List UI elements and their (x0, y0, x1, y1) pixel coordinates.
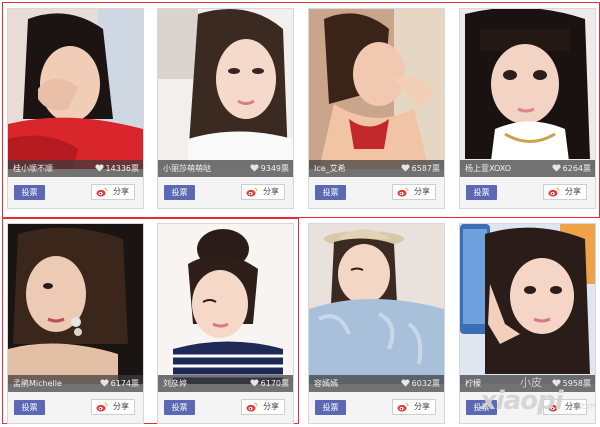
contestant-card[interactable]: 容嫣嫣 6032票 投票 分享 (308, 223, 445, 424)
vote-count-value: 6032票 (411, 379, 440, 388)
vote-count: 6587票 (401, 160, 440, 177)
card-actions: 投票 分享 (460, 392, 595, 423)
heart-icon (401, 164, 410, 172)
heart-icon (552, 164, 561, 172)
info-bar: 刘彦婷 6170票 (158, 375, 293, 392)
share-label: 分享 (565, 187, 581, 196)
contestant-card[interactable]: 杨上萱XOXO 6264票 投票 分享 (459, 8, 596, 209)
info-bar: 孟鹃Michelle 6174票 (8, 375, 143, 392)
weibo-icon (96, 187, 108, 197)
contestant-card[interactable]: 孟鹃Michelle 6174票 投票 分享 (7, 223, 144, 424)
contestant-name: Ice_艾希 (314, 164, 346, 173)
contestant-card[interactable]: 桂小顺不顺 14336票 投票 分享 (7, 8, 144, 209)
card-actions: 投票 分享 (158, 392, 293, 423)
card-actions: 投票 分享 (8, 392, 143, 423)
info-bar: 柠檬 5958票 (460, 375, 595, 392)
contestant-name: 柠檬 (465, 379, 481, 388)
weibo-icon (96, 402, 108, 412)
vote-count-value: 9349票 (260, 164, 289, 173)
share-button[interactable]: 分享 (241, 184, 285, 200)
contestant-name: 容嫣嫣 (314, 379, 338, 388)
share-label: 分享 (113, 402, 129, 411)
info-bar: 杨上萱XOXO 6264票 (460, 160, 595, 177)
contestant-card[interactable]: 刘彦婷 6170票 投票 分享 (157, 223, 294, 424)
vote-button[interactable]: 投票 (466, 185, 497, 200)
weibo-icon (397, 402, 409, 412)
heart-icon (250, 379, 259, 387)
share-button[interactable]: 分享 (543, 399, 587, 415)
vote-count-value: 6170票 (260, 379, 289, 388)
share-button[interactable]: 分享 (392, 399, 436, 415)
card-actions: 投票 分享 (309, 392, 444, 423)
heart-icon (552, 379, 561, 387)
card-actions: 投票 分享 (309, 177, 444, 208)
info-bar: Ice_艾希 6587票 (309, 160, 444, 177)
contestant-name: 桂小顺不顺 (13, 164, 53, 173)
weibo-icon (397, 187, 409, 197)
share-button[interactable]: 分享 (91, 184, 135, 200)
vote-button[interactable]: 投票 (164, 400, 195, 415)
vote-count: 5958票 (552, 375, 591, 392)
vote-button[interactable]: 投票 (466, 400, 497, 415)
share-button[interactable]: 分享 (392, 184, 436, 200)
share-label: 分享 (113, 187, 129, 196)
contestant-name: 小丽莎萌萌哒 (163, 164, 211, 173)
vote-count: 6174票 (100, 375, 139, 392)
contestant-photo[interactable] (158, 224, 293, 384)
contestant-photo[interactable] (158, 9, 293, 169)
info-bar: 桂小顺不顺 14336票 (8, 160, 143, 177)
vote-count: 9349票 (250, 160, 289, 177)
share-label: 分享 (565, 402, 581, 411)
contestant-card[interactable]: Ice_艾希 6587票 投票 分享 (308, 8, 445, 209)
card-actions: 投票 分享 (460, 177, 595, 208)
contestant-card[interactable]: 小丽莎萌萌哒 9349票 投票 分享 (157, 8, 294, 209)
vote-count-value: 6174票 (110, 379, 139, 388)
vote-button[interactable]: 投票 (164, 185, 195, 200)
share-button[interactable]: 分享 (543, 184, 587, 200)
heart-icon (94, 164, 104, 172)
vote-count-value: 6587票 (411, 164, 440, 173)
heart-icon (401, 379, 410, 387)
weibo-icon (246, 187, 258, 197)
vote-count: 6264票 (552, 160, 591, 177)
heart-icon (250, 164, 259, 172)
contestant-photo[interactable] (460, 224, 595, 384)
contestant-photo[interactable] (8, 224, 143, 384)
card-actions: 投票 分享 (158, 177, 293, 208)
card-actions: 投票 分享 (8, 177, 143, 208)
share-label: 分享 (263, 402, 279, 411)
share-button[interactable]: 分享 (91, 399, 135, 415)
info-bar: 容嫣嫣 6032票 (309, 375, 444, 392)
share-label: 分享 (263, 187, 279, 196)
contestant-name: 刘彦婷 (163, 379, 187, 388)
vote-button[interactable]: 投票 (14, 400, 45, 415)
contestant-card[interactable]: 柠檬 5958票 投票 分享 (459, 223, 596, 424)
contestant-photo[interactable] (460, 9, 595, 169)
share-button[interactable]: 分享 (241, 399, 285, 415)
share-label: 分享 (414, 187, 430, 196)
info-bar: 小丽莎萌萌哒 9349票 (158, 160, 293, 177)
vote-count-value: 5958票 (562, 379, 591, 388)
vote-button[interactable]: 投票 (315, 185, 346, 200)
vote-count-value: 14336票 (105, 164, 139, 173)
vote-count-value: 6264票 (562, 164, 591, 173)
contestant-photo[interactable] (309, 224, 444, 384)
vote-count: 6170票 (250, 375, 289, 392)
weibo-icon (548, 402, 560, 412)
weibo-icon (548, 187, 560, 197)
contestant-name: 杨上萱XOXO (465, 164, 512, 173)
weibo-icon (246, 402, 258, 412)
share-label: 分享 (414, 402, 430, 411)
contestant-photo[interactable] (8, 9, 143, 169)
vote-count: 6032票 (401, 375, 440, 392)
vote-button[interactable]: 投票 (315, 400, 346, 415)
vote-button[interactable]: 投票 (14, 185, 45, 200)
vote-count: 14336票 (94, 160, 139, 177)
contestant-photo[interactable] (309, 9, 444, 169)
contestant-name: 孟鹃Michelle (13, 379, 62, 388)
heart-icon (100, 379, 109, 387)
